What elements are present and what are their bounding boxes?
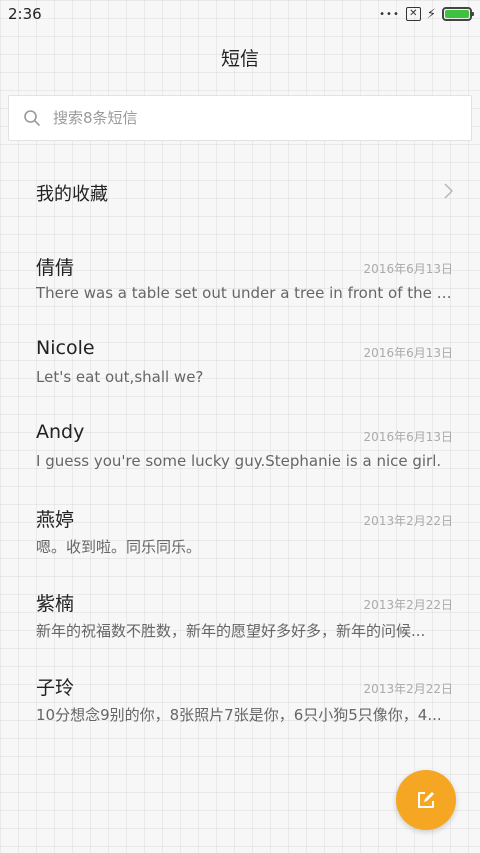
signal-dots-icon: ••• bbox=[379, 8, 400, 20]
page-title: 短信 bbox=[220, 48, 259, 70]
conversation-date: 2013年2月22日 bbox=[363, 682, 453, 696]
search-input[interactable] bbox=[53, 96, 453, 140]
conversation-preview: Let's eat out,shall we? bbox=[36, 368, 204, 386]
conversation-item[interactable]: 燕婷 2013年2月22日 嗯。收到啦。同乐同乐。 bbox=[0, 505, 480, 575]
favorites-row[interactable]: 我的收藏 bbox=[0, 166, 480, 218]
favorites-label: 我的收藏 bbox=[36, 184, 108, 205]
conversation-item[interactable]: Nicole 2016年6月13日 Let's eat out,shall we… bbox=[0, 337, 480, 407]
conversation-preview: I guess you're some lucky guy.Stephanie … bbox=[36, 452, 442, 470]
status-time: 2:36 bbox=[8, 5, 42, 23]
conversation-date: 2016年6月13日 bbox=[363, 262, 453, 276]
conversation-date: 2016年6月13日 bbox=[363, 430, 453, 444]
conversation-preview: There was a table set out under a tree i… bbox=[36, 284, 456, 302]
chevron-right-icon bbox=[444, 183, 453, 199]
conversation-item[interactable]: Andy 2016年6月13日 I guess you're some luck… bbox=[0, 421, 480, 491]
conversation-name: 倩倩 bbox=[36, 257, 75, 279]
status-icons: ••• ✕ ⚡ bbox=[379, 6, 474, 22]
conversation-date: 2013年2月22日 bbox=[363, 598, 453, 612]
conversation-name: 燕婷 bbox=[36, 509, 75, 531]
search-icon bbox=[24, 110, 40, 126]
conversation-date: 2016年6月13日 bbox=[363, 346, 453, 360]
status-bar: 2:36 ••• ✕ ⚡ bbox=[0, 0, 480, 28]
sim-error-icon: ✕ bbox=[405, 7, 421, 21]
conversation-name: Andy bbox=[36, 421, 85, 443]
conversation-name: Nicole bbox=[36, 337, 95, 359]
battery-icon bbox=[442, 7, 474, 21]
conversation-preview: 嗯。收到啦。同乐同乐。 bbox=[36, 538, 202, 556]
conversation-preview: 新年的祝福数不胜数，新年的愿望好多好多，新年的问候... bbox=[36, 622, 426, 640]
conversation-name: 子玲 bbox=[36, 677, 75, 699]
charging-bolt-icon: ⚡ bbox=[426, 6, 436, 22]
compose-button[interactable] bbox=[396, 770, 456, 830]
conversation-preview: 10分想念9别的你，8张照片7张是你，6只小狗5只像你，4... bbox=[36, 706, 442, 724]
conversation-name: 紫楠 bbox=[36, 593, 75, 615]
compose-icon bbox=[418, 792, 434, 808]
conversation-item[interactable]: 子玲 2013年2月22日 10分想念9别的你，8张照片7张是你，6只小狗5只像… bbox=[0, 673, 480, 743]
conversation-item[interactable]: 倩倩 2016年6月13日 There was a table set out … bbox=[0, 253, 480, 323]
conversation-item[interactable]: 紫楠 2013年2月22日 新年的祝福数不胜数，新年的愿望好多好多，新年的问候.… bbox=[0, 589, 480, 659]
search-box[interactable] bbox=[8, 95, 472, 141]
battery-level bbox=[445, 10, 469, 18]
conversation-date: 2013年2月22日 bbox=[363, 514, 453, 528]
